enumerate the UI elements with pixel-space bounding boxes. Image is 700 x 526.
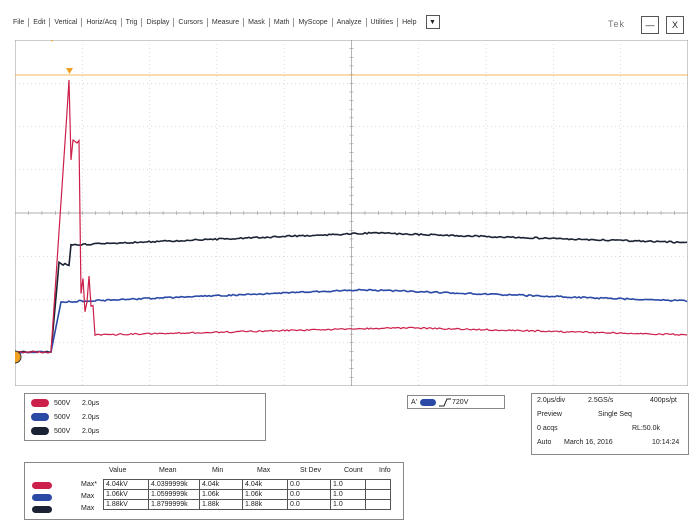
cell-info <box>366 490 391 500</box>
cell-st-dev: 0.0 <box>288 500 331 510</box>
cell-value: 1.88kV <box>104 500 149 510</box>
measurement-3-label: Max <box>81 505 94 512</box>
measurements-panel[interactable]: Value Mean Min Max St Dev Count Info Max… <box>24 462 404 520</box>
cell-min: 1.06k <box>200 490 243 500</box>
cell-max: 1.06k <box>243 490 288 500</box>
menu-vertical[interactable]: Vertical <box>50 18 82 27</box>
rising-edge-icon <box>439 398 451 407</box>
menu-file[interactable]: File <box>13 18 29 27</box>
header-min: Min <box>212 467 223 474</box>
channel-row-3[interactable]: 500V 2.0μs <box>31 425 99 437</box>
cell-count: 1.0 <box>331 500 366 510</box>
menu-help[interactable]: Help <box>398 18 420 27</box>
trigger-source: A' <box>411 399 417 406</box>
trigger-channel-badge-icon <box>420 399 436 406</box>
channel-1-scale: 500V <box>54 400 82 407</box>
resolution: 400ps/pt <box>650 397 677 404</box>
horizontal-scale: 2.0μs/div <box>537 397 565 404</box>
trigger-level: 720V <box>452 399 468 406</box>
menu-horiz-acq[interactable]: Horiz/Acq <box>82 18 121 27</box>
table-row[interactable]: 1.06kV 1.0599999k 1.06k 1.06k 0.0 1.0 <box>104 490 391 500</box>
cell-mean: 1.8799999k <box>149 500 200 510</box>
channel-2-timebase: 2.0μs <box>82 414 99 421</box>
record-length: RL:50.0k <box>632 425 660 432</box>
menu-bar: File Edit Vertical Horiz/Acq Trig Displa… <box>0 0 700 36</box>
measurement-1-label: Max* <box>81 481 97 488</box>
header-value: Value <box>109 467 126 474</box>
cell-value: 1.06kV <box>104 490 149 500</box>
cell-count: 1.0 <box>331 480 366 490</box>
menu-mask[interactable]: Mask <box>244 18 270 27</box>
measurement-3-badge-icon <box>32 506 52 513</box>
cell-info <box>366 500 391 510</box>
menu-utilities[interactable]: Utilities <box>367 18 399 27</box>
table-row[interactable]: 1.88kV 1.8799999k 1.88k 1.88k 0.0 1.0 <box>104 500 391 510</box>
trigger-readout[interactable]: A' 720V <box>407 395 505 409</box>
acquisition-mode: Preview <box>537 411 562 418</box>
brand-logo: Tek <box>608 19 625 29</box>
measurements-table: 4.04kV 4.0399999k 4.04k 4.04k 0.0 1.0 1.… <box>103 479 391 510</box>
waveform-display[interactable] <box>15 40 688 386</box>
channel-3-scale: 500V <box>54 428 82 435</box>
cell-min: 1.88k <box>200 500 243 510</box>
cell-st-dev: 0.0 <box>288 480 331 490</box>
cell-max: 1.88k <box>243 500 288 510</box>
run-mode: Auto <box>537 439 551 446</box>
close-button[interactable]: X <box>666 16 684 34</box>
acquisition-time: 10:14:24 <box>652 439 679 446</box>
menu-measure[interactable]: Measure <box>208 18 244 27</box>
header-mean: Mean <box>159 467 177 474</box>
header-count: Count <box>344 467 363 474</box>
header-st-dev: St Dev <box>300 467 321 474</box>
sequence-mode: Single Seq <box>598 411 632 418</box>
channel-1-timebase: 2.0μs <box>82 400 99 407</box>
chevron-down-icon[interactable]: ▼ <box>426 15 440 29</box>
menu-items: File Edit Vertical Horiz/Acq Trig Displa… <box>13 15 440 29</box>
header-info: Info <box>379 467 391 474</box>
table-row[interactable]: 4.04kV 4.0399999k 4.04k 4.04k 0.0 1.0 <box>104 480 391 490</box>
acquisition-count: 0 acqs <box>537 425 558 432</box>
cell-info <box>366 480 391 490</box>
menu-analyze[interactable]: Analyze <box>333 18 367 27</box>
channel-3-badge-icon <box>31 427 49 435</box>
menu-cursors[interactable]: Cursors <box>174 18 208 27</box>
measurement-1-badge-icon <box>32 482 52 489</box>
channel-row-2[interactable]: 500V 2.0μs <box>31 411 99 423</box>
menu-math[interactable]: Math <box>270 18 295 27</box>
cell-max: 4.04k <box>243 480 288 490</box>
acquisition-panel[interactable]: 2.0μs/div 2.5GS/s 400ps/pt Preview Singl… <box>531 393 689 455</box>
channel-2-scale: 500V <box>54 414 82 421</box>
menu-display[interactable]: Display <box>142 18 174 27</box>
cell-mean: 4.0399999k <box>149 480 200 490</box>
menu-myscope[interactable]: MyScope <box>294 18 332 27</box>
cell-count: 1.0 <box>331 490 366 500</box>
menu-edit[interactable]: Edit <box>29 18 50 27</box>
cell-min: 4.04k <box>200 480 243 490</box>
channel-readout-panel: 500V 2.0μs 500V 2.0μs 500V 2.0μs <box>24 393 266 441</box>
cell-value: 4.04kV <box>104 480 149 490</box>
channel-2-badge-icon <box>31 413 49 421</box>
cell-mean: 1.0599999k <box>149 490 200 500</box>
measurement-2-badge-icon <box>32 494 52 501</box>
menu-trig[interactable]: Trig <box>122 18 143 27</box>
channel-3-timebase: 2.0μs <box>82 428 99 435</box>
sample-rate: 2.5GS/s <box>588 397 613 404</box>
channel-row-1[interactable]: 500V 2.0μs <box>31 397 99 409</box>
minimize-button[interactable]: — <box>641 16 659 34</box>
channel-1-badge-icon <box>31 399 49 407</box>
cell-st-dev: 0.0 <box>288 490 331 500</box>
measurement-2-label: Max <box>81 493 94 500</box>
header-max: Max <box>257 467 270 474</box>
acquisition-date: March 16, 2016 <box>564 439 613 446</box>
